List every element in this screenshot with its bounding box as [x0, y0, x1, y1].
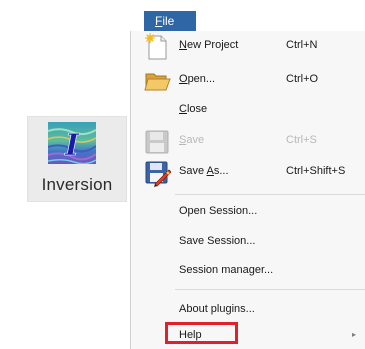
open-accel: O	[179, 73, 188, 85]
submenu-arrow-icon: ▸	[352, 330, 357, 339]
help-highlight-box	[165, 322, 238, 344]
save-as-accel: A	[206, 165, 214, 177]
menu-item-save-as[interactable]: Save As... Ctrl+Shift+S	[131, 161, 365, 187]
menu-item-save[interactable]: Save Ctrl+S	[131, 130, 365, 154]
save-as-pre: Save	[179, 165, 207, 177]
menu-item-open-session[interactable]: Open Session...	[131, 201, 365, 225]
menu-item-open[interactable]: Open... Ctrl+O	[131, 69, 365, 93]
new-project-label: New Project	[179, 39, 238, 51]
close-label: Close	[179, 103, 207, 115]
file-menu[interactable]: File	[144, 11, 196, 31]
file-menu-rest: ile	[162, 14, 175, 28]
session-manager-label: Session manager...	[179, 264, 274, 276]
menu-item-close[interactable]: Close	[131, 99, 365, 123]
close-accel: C	[179, 103, 187, 115]
floppy-disk-icon	[145, 130, 169, 154]
save-shortcut: Ctrl+S	[286, 134, 317, 146]
save-label: Save	[179, 134, 204, 146]
inversion-app-icon: I	[48, 122, 96, 164]
save-as-shortcut: Ctrl+Shift+S	[286, 165, 346, 177]
about-plugins-label: About plugins...	[179, 303, 255, 315]
open-label: Open...	[179, 73, 215, 85]
menu-separator	[175, 289, 365, 290]
save-as-icon	[145, 161, 171, 187]
close-rest: lose	[186, 103, 208, 115]
inversion-launcher[interactable]: I Inversion	[27, 116, 127, 202]
screenshot-root: I Inversion File New Project Ctrl+N Open	[0, 0, 365, 349]
menu-bar: File	[130, 11, 365, 31]
save-rest: ave	[186, 134, 205, 146]
new-project-rest: ew Project	[186, 39, 239, 51]
menu-item-session-manager[interactable]: Session manager...	[131, 260, 365, 284]
open-session-label: Open Session...	[179, 205, 258, 217]
inversion-label: Inversion	[41, 175, 113, 194]
folder-open-icon	[144, 73, 171, 91]
menu-item-about-plugins[interactable]: About plugins...	[131, 299, 365, 323]
menu-item-new-project[interactable]: New Project Ctrl+N	[131, 33, 365, 60]
file-dropdown-menu: New Project Ctrl+N Open... Ctrl+O Close …	[130, 31, 365, 349]
inversion-icon-letter: I	[64, 128, 80, 163]
menu-separator	[175, 194, 365, 195]
save-as-rest: s...	[213, 165, 229, 177]
open-rest: pen...	[187, 73, 216, 85]
new-document-icon	[145, 33, 167, 60]
new-project-accel: N	[179, 39, 187, 51]
save-session-label: Save Session...	[179, 235, 256, 247]
menu-item-save-session[interactable]: Save Session...	[131, 231, 365, 255]
open-shortcut: Ctrl+O	[286, 73, 319, 85]
new-project-shortcut: Ctrl+N	[286, 39, 318, 51]
save-as-label: Save As...	[179, 165, 229, 177]
